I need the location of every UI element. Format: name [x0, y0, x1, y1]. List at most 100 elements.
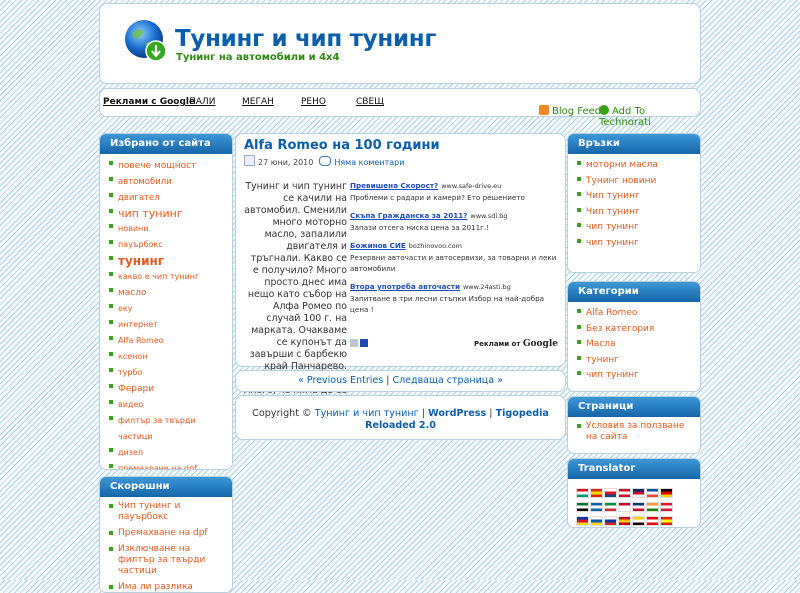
page-item[interactable]: Условия за ползване на сайта — [568, 421, 700, 443]
featured-list: повече мощност автомобили двигател чип туни… — [100, 154, 232, 469]
featured-item-label: филтър за твърди частици — [118, 416, 196, 441]
featured-item[interactable]: дизел — [100, 445, 232, 461]
link-item[interactable]: моторни масла — [568, 158, 700, 174]
post-title[interactable]: Alfa Romeo на 100 години — [244, 138, 440, 153]
site-header: Тунинг и чип тунинг Тунинг на автомобили… — [99, 3, 701, 84]
recent-post-item[interactable]: Премахване на dpf — [100, 528, 232, 539]
link-item[interactable]: Чип тунинг — [568, 205, 700, 221]
recent-post-item[interactable]: Чип тунинг и пауърбокс — [100, 501, 232, 523]
ad-url[interactable]: www.24asti.bg — [463, 283, 511, 291]
link-item[interactable]: чип тунинг — [568, 236, 700, 252]
featured-item[interactable]: тунинг — [100, 253, 232, 269]
category-item[interactable]: чип тунинг — [568, 368, 700, 384]
featured-item[interactable]: Alfa Romeo — [100, 333, 232, 349]
nav-item-reno[interactable]: РЕНО — [301, 97, 326, 107]
ad-item: Божинов СИЕ bozhinovoo.com Резервни авточа… — [350, 240, 560, 274]
nav-item-megan[interactable]: МЕГАН — [242, 97, 274, 107]
ad-title-link[interactable]: Скъпа Гражданска за 2011? — [350, 211, 467, 220]
nav-item-pali[interactable]: ПАЛИ — [189, 97, 215, 107]
category-item[interactable]: Alfa Romeo — [568, 306, 700, 322]
category-item[interactable]: Без категория — [568, 322, 700, 338]
google-ads-label[interactable]: Реклами с Google — [103, 97, 195, 107]
featured-item[interactable]: автомобили — [100, 174, 232, 190]
featured-item[interactable]: интернет — [100, 317, 232, 333]
language-flag-icon[interactable] — [618, 488, 631, 498]
language-flag-icon[interactable] — [632, 488, 645, 498]
ad-url[interactable]: www.safe-drive.eu — [441, 182, 501, 190]
featured-item[interactable]: турбо — [100, 365, 232, 381]
links-panel-title: Връзки — [568, 134, 700, 154]
category-item[interactable]: тунинг — [568, 353, 700, 369]
language-flag-icon[interactable] — [646, 488, 659, 498]
ads-prev-arrow-icon[interactable] — [350, 339, 358, 347]
blog-feed-link[interactable]: Blog Feed — [539, 105, 601, 117]
featured-item[interactable]: чип тунинг — [100, 206, 232, 221]
language-flag-icon[interactable] — [646, 502, 659, 512]
featured-item[interactable]: масло — [100, 285, 232, 301]
ads-next-arrow-icon[interactable] — [360, 339, 368, 347]
link-item[interactable]: чип тунинг — [568, 220, 700, 236]
post-comments-link[interactable]: Няма коментари — [334, 158, 404, 167]
link-item-label: Тунинг новини — [586, 175, 657, 186]
language-flag-icon[interactable] — [604, 516, 617, 526]
technorati-link[interactable]: Add To Technorati — [599, 105, 700, 128]
language-flag-icon[interactable] — [660, 502, 673, 512]
language-flag-icon[interactable] — [632, 502, 645, 512]
featured-item[interactable]: пауърбокс — [100, 237, 232, 253]
featured-item[interactable]: какво е чип тунинг — [100, 269, 232, 285]
next-page-link[interactable]: Следваща страница » — [392, 375, 502, 386]
link-item[interactable]: Чип тунинг — [568, 189, 700, 205]
site-subtitle: Тунинг на автомобили и 4x4 — [176, 52, 340, 63]
featured-item[interactable]: филтър за твърди частици — [100, 413, 232, 445]
featured-item[interactable]: премахване на dpf — [100, 461, 232, 469]
language-flag-icon[interactable] — [660, 488, 673, 498]
previous-entries-link[interactable]: « Previous Entries — [298, 375, 383, 386]
language-flag-icon[interactable] — [632, 516, 645, 526]
featured-item[interactable]: новини — [100, 221, 232, 237]
language-flag-icon[interactable] — [590, 488, 603, 498]
featured-item-label: пауърбокс — [118, 240, 163, 249]
language-flag-icon[interactable] — [590, 502, 603, 512]
ad-description: Запитване в три лесни стъпки Избор на на… — [350, 294, 545, 314]
ad-description: Запази отсега ниска цена за 2011г.! — [350, 223, 490, 232]
ad-url[interactable]: www.sdi.bg — [470, 212, 507, 220]
featured-item[interactable]: еку — [100, 301, 232, 317]
language-flag-icon[interactable] — [604, 502, 617, 512]
recent-post-item[interactable]: Изключване на филтър за твърди частици — [100, 544, 232, 577]
language-flag-icon[interactable] — [618, 502, 631, 512]
language-flag-icon[interactable] — [618, 516, 631, 526]
language-flag-icon[interactable] — [604, 488, 617, 498]
ad-title-link[interactable]: Втора употреба авточасти — [350, 282, 460, 291]
language-flag-icon[interactable] — [590, 516, 603, 526]
nav-item-svesh[interactable]: СВЕЩ — [356, 97, 384, 107]
ads-by-google[interactable]: Реклами от Google — [474, 339, 558, 349]
category-item[interactable]: Масла — [568, 337, 700, 353]
language-flag-icon[interactable] — [576, 488, 589, 498]
footer-site-link[interactable]: Тунинг и чип тунинг — [315, 408, 419, 419]
featured-item[interactable]: повече мощност — [100, 158, 232, 174]
ad-title-link[interactable]: Превишена Скорост? — [350, 181, 438, 190]
pagination: « Previous Entries | Следваща страница » — [235, 370, 566, 392]
featured-item[interactable]: Ферари — [100, 381, 232, 397]
ad-title-link[interactable]: Божинов СИЕ — [350, 241, 406, 250]
globe-logo-icon[interactable] — [124, 19, 168, 63]
recent-post-item[interactable]: Има ли разлика между Castrol 5w40 magnat… — [100, 582, 232, 592]
pages-panel: Страници Условия за ползване на сайта — [567, 396, 701, 454]
language-flag-icon[interactable] — [660, 516, 673, 526]
recent-posts-panel: Скорошни публикации Чип тунинг и пауърбо… — [99, 476, 233, 593]
featured-item[interactable]: ксенон — [100, 349, 232, 365]
category-item-label: Масла — [586, 339, 616, 349]
link-item[interactable]: Тунинг новини — [568, 174, 700, 190]
featured-item[interactable]: видео — [100, 397, 232, 413]
ad-item: Превишена Скорост? www.safe-drive.eu Пробл… — [350, 180, 560, 203]
language-flag-icon[interactable] — [576, 502, 589, 512]
wordpress-link[interactable]: WordPress — [428, 408, 486, 419]
post-meta: 27 юни, 2010 Няма коментари — [244, 155, 404, 167]
language-flag-icon[interactable] — [646, 516, 659, 526]
translator-flags — [576, 488, 676, 527]
ad-url[interactable]: bozhinovoo.com — [409, 242, 462, 250]
featured-item[interactable]: двигател — [100, 190, 232, 206]
site-title[interactable]: Тунинг и чип тунинг — [175, 26, 436, 52]
featured-item-label: Alfa Romeo — [118, 336, 164, 345]
language-flag-icon[interactable] — [576, 516, 589, 526]
